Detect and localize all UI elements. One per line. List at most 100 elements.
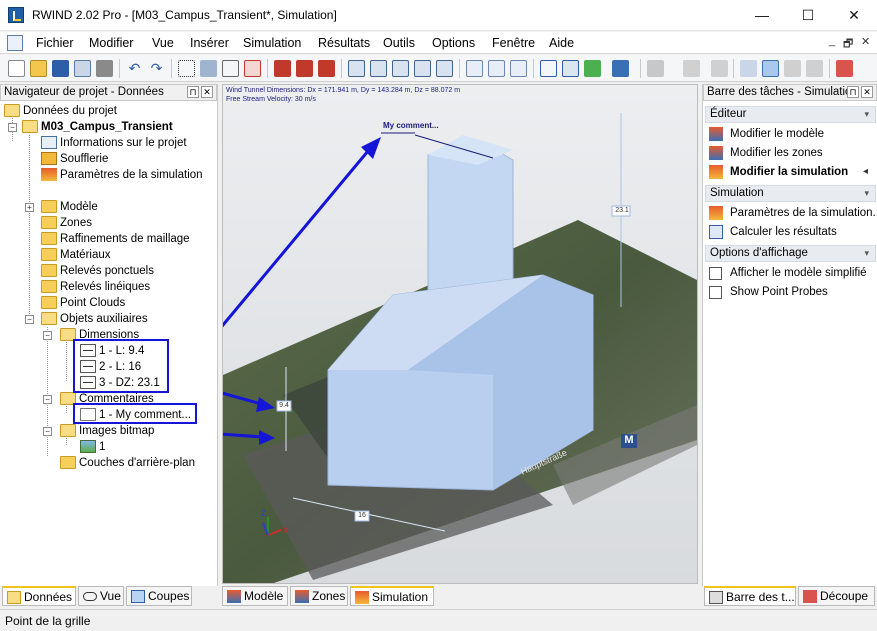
- grid-icon[interactable]: [200, 60, 217, 77]
- open-folder-icon[interactable]: [30, 60, 47, 77]
- print-icon[interactable]: [96, 60, 113, 77]
- snap-point-icon[interactable]: [244, 60, 261, 77]
- close-button[interactable]: ✕: [831, 0, 877, 31]
- tab-sections[interactable]: Coupes: [126, 586, 192, 606]
- tab-clipping[interactable]: Découpe: [798, 586, 875, 606]
- navigator-pin-button[interactable]: ⊓: [187, 86, 199, 98]
- viewport-tabs: Modèle Zones Simulation: [222, 586, 698, 606]
- redo-icon[interactable]: ↷: [148, 60, 165, 77]
- layers-icon[interactable]: [711, 60, 728, 77]
- save-icon[interactable]: [52, 60, 69, 77]
- status-text[interactable]: Point de la grille: [5, 614, 90, 628]
- folder-icon: [41, 232, 57, 245]
- tools-icon: [709, 591, 723, 604]
- view-top-icon[interactable]: [392, 60, 409, 77]
- render-icon[interactable]: [562, 60, 579, 77]
- maximize-button[interactable]: ☐: [785, 0, 831, 31]
- pan-view-icon[interactable]: [510, 60, 527, 77]
- folder-icon: [41, 248, 57, 261]
- point-probes-checkbox[interactable]: [709, 286, 722, 299]
- simplified-model-checkbox[interactable]: [709, 267, 722, 280]
- scene-canvas: [223, 113, 697, 583]
- select-icon[interactable]: [178, 60, 195, 77]
- collapse-icon[interactable]: −: [25, 315, 34, 324]
- section-simulation[interactable]: Simulation ▾: [705, 185, 876, 202]
- folder-icon: [60, 424, 76, 437]
- menu-resultats[interactable]: Résultats: [318, 36, 370, 50]
- rotate-icon[interactable]: [296, 60, 313, 77]
- menu-options[interactable]: Options: [432, 36, 475, 50]
- view-front-icon[interactable]: [370, 60, 387, 77]
- menu-outils[interactable]: Outils: [383, 36, 415, 50]
- project-navigator: Navigateur de projet - Données ⊓ ✕ Donné…: [0, 84, 218, 586]
- folder-icon: [41, 296, 57, 309]
- dimension-value-1[interactable]: 9.4: [277, 402, 291, 409]
- collapse-icon[interactable]: −: [43, 427, 52, 436]
- collapse-icon[interactable]: −: [43, 331, 52, 340]
- view-iso-icon[interactable]: [348, 60, 365, 77]
- comment-label[interactable]: My comment...: [383, 121, 439, 130]
- refresh-icon[interactable]: [466, 60, 483, 77]
- probe-tool-icon[interactable]: [806, 60, 823, 77]
- chevron-down-icon: ▾: [864, 188, 869, 198]
- color-scale-icon[interactable]: [584, 60, 601, 77]
- simulation-tool-icon[interactable]: [762, 60, 779, 77]
- task-pane-pin-button[interactable]: ⊓: [847, 86, 859, 98]
- status-bar: Point de la grille: [0, 609, 877, 631]
- menu-modifier[interactable]: Modifier: [89, 36, 133, 50]
- collapse-icon[interactable]: −: [43, 395, 52, 404]
- minimize-button[interactable]: —: [739, 0, 785, 31]
- section-editor[interactable]: Éditeur ▾: [705, 106, 876, 123]
- edit-tool-icon[interactable]: [647, 60, 664, 77]
- menu-simulation[interactable]: Simulation: [243, 36, 301, 50]
- tab-view[interactable]: Vue: [78, 586, 124, 606]
- folder-icon: [41, 264, 57, 277]
- simulation-params-icon: [41, 168, 57, 181]
- task-pane-close-button[interactable]: ✕: [861, 86, 873, 98]
- tab-data[interactable]: Données: [2, 586, 76, 606]
- expand-icon[interactable]: +: [25, 203, 34, 212]
- dimension-value-2[interactable]: 16: [355, 512, 369, 519]
- app-icon[interactable]: [8, 7, 24, 23]
- project-info-icon[interactable]: [74, 60, 91, 77]
- tab-zones[interactable]: Zones: [290, 586, 348, 606]
- title-bar: RWIND 2.02 Pro - [M03_Campus_Transient*,…: [0, 0, 877, 31]
- clipping-tool-icon[interactable]: [836, 60, 853, 77]
- navigator-header: Navigateur de projet - Données ⊓ ✕: [0, 84, 217, 101]
- chevron-down-icon: ▾: [864, 109, 869, 119]
- free-stream-velocity: Free Stream Velocity: 30 m/s: [226, 96, 316, 103]
- simulation-icon: [709, 165, 723, 179]
- menu-fichier[interactable]: Fichier: [36, 36, 74, 50]
- document-icon[interactable]: [7, 35, 23, 51]
- menu-fenetre[interactable]: Fenêtre: [492, 36, 535, 50]
- results-tool-icon[interactable]: [784, 60, 801, 77]
- wireframe-icon[interactable]: [540, 60, 557, 77]
- undo-icon[interactable]: ↶: [126, 60, 143, 77]
- collapse-icon[interactable]: −: [8, 123, 17, 132]
- navigator-close-button[interactable]: ✕: [201, 86, 213, 98]
- display-icon[interactable]: [612, 60, 629, 77]
- mdi-restore-button[interactable]: 🗗: [843, 35, 853, 54]
- snap-icon[interactable]: [222, 60, 239, 77]
- model-tool-icon[interactable]: [740, 60, 757, 77]
- tab-taskbar[interactable]: Barre des t...: [704, 586, 796, 606]
- arrow-tool-icon[interactable]: [683, 60, 700, 77]
- mdi-minimize-button[interactable]: _: [829, 35, 835, 47]
- active-marker-icon: ◂: [863, 166, 869, 177]
- tab-simulation[interactable]: Simulation: [350, 586, 434, 606]
- move-icon[interactable]: [274, 60, 291, 77]
- zoom-all-icon[interactable]: [436, 60, 453, 77]
- section-display-options[interactable]: Options d'affichage ▾: [705, 245, 876, 262]
- scale-icon[interactable]: [318, 60, 335, 77]
- 3d-viewport[interactable]: Wind Tunnel Dimensions: Dx = 171.941 m, …: [222, 84, 698, 584]
- menu-aide[interactable]: Aide: [549, 36, 574, 50]
- mdi-close-button[interactable]: ✕: [861, 35, 870, 48]
- folder-icon: [41, 200, 57, 213]
- new-file-icon[interactable]: [8, 60, 25, 77]
- menu-vue[interactable]: Vue: [152, 36, 174, 50]
- zoom-icon[interactable]: [414, 60, 431, 77]
- dimension-value-3[interactable]: 23.1: [613, 207, 631, 214]
- rotate-view-icon[interactable]: [488, 60, 505, 77]
- tab-model[interactable]: Modèle: [222, 586, 288, 606]
- menu-inserer[interactable]: Insérer: [190, 36, 229, 50]
